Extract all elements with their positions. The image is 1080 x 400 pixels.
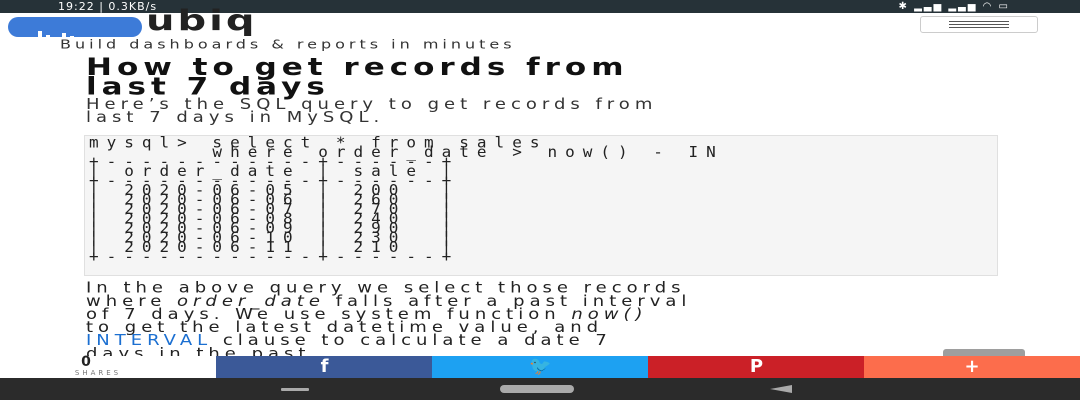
system-nav-bar <box>0 378 1080 400</box>
status-time: 19:22 | 0.3KB/s <box>58 0 158 13</box>
share-count-label: SHARES <box>74 369 122 377</box>
pinterest-icon: P <box>749 356 764 377</box>
article-title: How to get records from last 7 days <box>86 55 629 99</box>
table-border: +------------+------+ <box>89 247 460 266</box>
recent-apps-button[interactable] <box>281 388 309 391</box>
wifi-icon: ◠ <box>982 1 994 12</box>
tagline: Build dashboards & reports in minutes <box>60 37 516 52</box>
back-button[interactable] <box>770 385 792 393</box>
share-bar: 0 SHARES f 🐦 P + <box>0 354 1080 378</box>
plus-icon: + <box>964 356 980 377</box>
code-block: mysql> select * from sales where order_d… <box>84 135 998 276</box>
battery-icon: ▭ <box>998 1 1010 12</box>
pinterest-share-button[interactable]: P <box>648 356 865 378</box>
signal-icon: ▂▃▅ <box>948 1 978 12</box>
twitter-share-button[interactable]: 🐦 <box>432 356 649 378</box>
article-intro: Here’s the SQL query to get records from… <box>86 97 657 125</box>
share-count-number: 0 <box>81 354 91 370</box>
table-rows: | 2020-06-05 | 200 | | 2020-06-06 | 260 … <box>89 181 459 256</box>
site-header: ubiq Build dashboards & reports in minut… <box>0 7 1080 55</box>
code-text: mysql> select * from sales where order_d… <box>89 136 724 266</box>
status-icons: ✱ ▂▃▅ ▂▃▅ ◠ ▭ <box>899 0 1010 13</box>
share-count: 0 SHARES <box>0 354 216 378</box>
menu-button[interactable] <box>920 16 1038 33</box>
signal-icon: ▂▃▅ <box>914 1 944 12</box>
home-button[interactable] <box>500 385 574 393</box>
facebook-icon: f <box>320 356 329 377</box>
logo-text[interactable]: ubiq <box>146 7 257 35</box>
twitter-icon: 🐦 <box>529 356 552 377</box>
logo-badge[interactable] <box>8 17 142 41</box>
bluetooth-icon: ✱ <box>898 1 909 12</box>
more-share-button[interactable]: + <box>864 356 1080 378</box>
article-body: In the above query we select those recor… <box>86 281 1026 361</box>
facebook-share-button[interactable]: f <box>216 356 433 378</box>
